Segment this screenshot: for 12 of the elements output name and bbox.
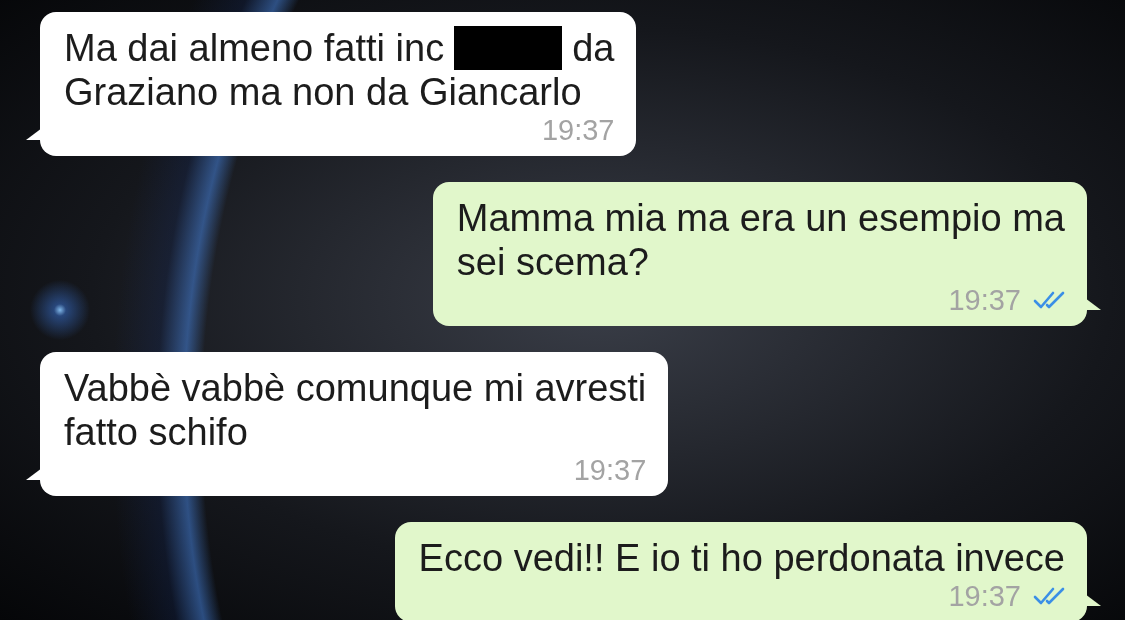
- message-text: Vabbè vabbè comunque mi avresti: [64, 366, 647, 410]
- message-text: fatto schifo: [64, 410, 248, 454]
- message-text: Mamma mia ma era un esempio ma: [456, 196, 1065, 240]
- message-time: 19:37: [948, 284, 1021, 316]
- message-text: da: [572, 26, 615, 70]
- message-text: Graziano ma non da Giancarlo: [64, 70, 582, 114]
- message-text: Ma dai almeno fatti inc: [64, 26, 445, 70]
- message-time: 19:37: [948, 580, 1021, 612]
- message-time: 19:37: [541, 114, 615, 146]
- message-time: 19:37: [573, 454, 647, 486]
- message-text: sei scema?: [456, 240, 649, 284]
- message-text: Ecco vedi!! E io ti ho perdonata invece: [418, 536, 1065, 580]
